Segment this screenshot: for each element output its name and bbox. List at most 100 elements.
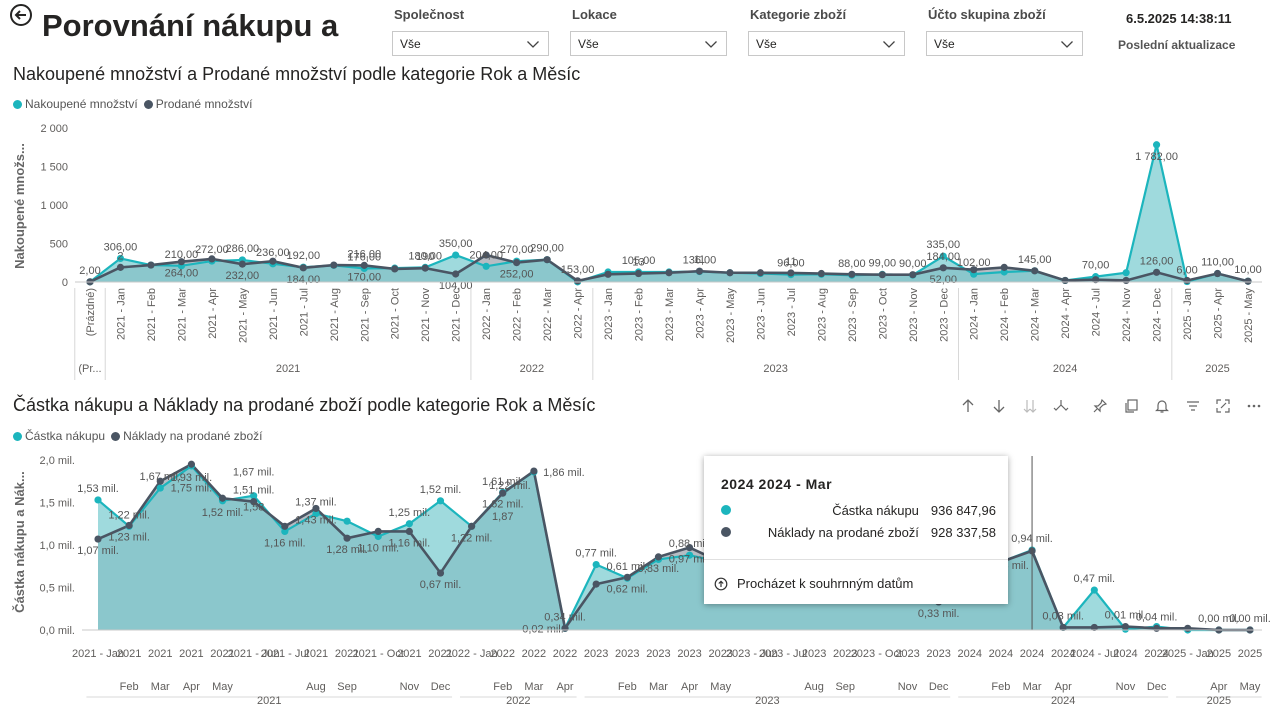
chart1-y-tick: 1 500 bbox=[40, 162, 68, 174]
chart2-point-cogs[interactable] bbox=[281, 522, 289, 530]
double-arrow-down-icon[interactable] bbox=[1022, 398, 1038, 414]
focus-icon[interactable] bbox=[1215, 398, 1231, 414]
chart1-point-cogs[interactable] bbox=[787, 269, 795, 277]
slicer-dropdown[interactable]: Vše bbox=[926, 31, 1083, 56]
slicer-dropdown[interactable]: Vše bbox=[392, 31, 549, 56]
chart1-point-cogs[interactable] bbox=[1152, 268, 1161, 276]
chart2-point-purchase[interactable] bbox=[405, 520, 413, 528]
chart2-point-cogs[interactable] bbox=[1152, 624, 1161, 632]
chart1-data-label: 270,00 bbox=[500, 244, 534, 256]
chart2-point-purchase[interactable] bbox=[343, 517, 351, 525]
chart2-point-purchase[interactable] bbox=[592, 560, 600, 569]
chart1-point-cogs[interactable] bbox=[513, 258, 521, 267]
slicer-dropdown[interactable]: Vše bbox=[570, 31, 727, 56]
chart2-point-cogs[interactable] bbox=[125, 521, 133, 530]
chart1-data-label: 264,00 bbox=[165, 268, 199, 280]
chart2-data-label: 0,03 mil. bbox=[1042, 610, 1084, 622]
chart2-point-purchase[interactable] bbox=[156, 484, 164, 492]
chart2-point-cogs[interactable] bbox=[530, 467, 538, 475]
legend-item-cogs[interactable]: Náklady na prodané zboží bbox=[111, 429, 263, 443]
fork-icon[interactable] bbox=[1053, 398, 1069, 414]
chart1-point-cogs[interactable] bbox=[1213, 269, 1222, 278]
pin-icon[interactable] bbox=[1092, 398, 1108, 414]
chart1-data-label: 145,00 bbox=[1018, 254, 1052, 266]
chart1-point-cogs[interactable] bbox=[299, 264, 307, 272]
chart2-point-cogs[interactable] bbox=[623, 573, 631, 581]
chart1-quantity-area[interactable]: 0 500 1 000 1 500 2 000 Nakoupené množs... 2,0… bbox=[0, 112, 1280, 382]
chart2-point-cogs[interactable] bbox=[1121, 623, 1130, 631]
chart1-point-cogs[interactable] bbox=[330, 261, 338, 269]
chart2-amount-area[interactable]: 0,0 mil. 0,5 mil. 1,0 mil. 1,5 mil. 2,0 mil.… bbox=[0, 444, 1280, 720]
chart2-x-tick-month: Apr bbox=[183, 681, 200, 693]
chart1-point-cogs[interactable] bbox=[1183, 276, 1191, 285]
legend-item-sold-qty[interactable]: Prodané množství bbox=[143, 97, 252, 111]
legend-item-purchase-amount[interactable]: Částka nákupu bbox=[13, 429, 105, 443]
chart2-point-cogs[interactable] bbox=[374, 527, 382, 535]
arrow-down-icon[interactable] bbox=[991, 398, 1007, 414]
chart2-point-purchase[interactable] bbox=[1090, 586, 1098, 594]
chart2-point-purchase[interactable] bbox=[436, 497, 445, 505]
chart1-point-purchase[interactable] bbox=[482, 262, 490, 270]
chart1-point-cogs[interactable] bbox=[1061, 276, 1069, 285]
chevron-down-icon bbox=[883, 41, 895, 48]
chart2-point-cogs[interactable] bbox=[405, 527, 413, 535]
chart1-point-cogs[interactable] bbox=[695, 267, 704, 275]
chart1-point-cogs[interactable] bbox=[665, 269, 673, 277]
chart1-point-cogs[interactable] bbox=[1244, 277, 1252, 285]
chart1-point-cogs[interactable] bbox=[1122, 276, 1130, 285]
chart2-data-label: 1,52 mil. bbox=[420, 484, 462, 496]
chart1-point-purchase[interactable] bbox=[452, 251, 460, 259]
chart2-point-cogs[interactable] bbox=[343, 534, 351, 542]
chart1-point-cogs[interactable] bbox=[116, 263, 125, 271]
chart1-point-cogs[interactable] bbox=[147, 261, 155, 269]
chart2-point-cogs[interactable] bbox=[187, 460, 196, 468]
chart1-point-purchase[interactable] bbox=[1122, 269, 1130, 277]
legend-item-purchased-qty[interactable]: Nakoupené množství bbox=[13, 97, 138, 111]
chart2-point-cogs[interactable] bbox=[94, 535, 102, 543]
chart1-y-axis-label: Nakoupené množs... bbox=[12, 143, 27, 269]
chart1-point-cogs[interactable] bbox=[238, 260, 246, 268]
chart2-data-label: 1,87 bbox=[492, 511, 513, 523]
slicer-dropdown[interactable]: Vše bbox=[748, 31, 905, 56]
chart2-point-cogs[interactable] bbox=[592, 580, 600, 588]
chart2-point-cogs[interactable] bbox=[218, 494, 227, 502]
chart2-point-purchase[interactable] bbox=[94, 496, 102, 504]
chart2-point-cogs[interactable] bbox=[1184, 624, 1192, 632]
chart1-point-cogs[interactable] bbox=[421, 264, 429, 272]
chart1-point-cogs[interactable] bbox=[878, 271, 886, 279]
chart1-point-cogs[interactable] bbox=[756, 269, 765, 277]
chart1-point-cogs[interactable] bbox=[909, 271, 917, 279]
chart2-year-label: 2021 bbox=[257, 695, 281, 707]
chart1-point-cogs[interactable] bbox=[543, 256, 551, 264]
chart1-point-cogs[interactable] bbox=[1000, 263, 1008, 271]
chart1-point-cogs[interactable] bbox=[634, 269, 643, 278]
chart2-point-cogs[interactable] bbox=[654, 553, 663, 561]
chart1-point-cogs[interactable] bbox=[391, 265, 399, 273]
chart1-x-tick: 2024 - Dec bbox=[1152, 288, 1164, 342]
chart2-year-label: 2022 bbox=[506, 695, 530, 707]
chart1-point-cogs[interactable] bbox=[452, 270, 460, 278]
chart1-point-cogs[interactable] bbox=[1031, 267, 1039, 275]
copy-icon[interactable] bbox=[1123, 398, 1139, 414]
chart2-data-label: 1,07 mil. bbox=[77, 545, 119, 557]
chart1-point-cogs[interactable] bbox=[817, 269, 825, 278]
chart2-x-tick-month: Mar bbox=[649, 681, 668, 693]
chart1-point-cogs[interactable] bbox=[604, 270, 612, 278]
chart1-point-cogs[interactable] bbox=[573, 277, 582, 285]
chart2-point-cogs[interactable] bbox=[468, 522, 476, 530]
chart1-x-tick: 2021 - Nov bbox=[420, 288, 432, 342]
drill-through-button[interactable]: Procházet k souhrnným datům bbox=[714, 576, 913, 591]
filter-icon[interactable] bbox=[1185, 398, 1201, 414]
back-arrow-icon[interactable] bbox=[9, 3, 33, 27]
arrow-up-icon[interactable] bbox=[960, 398, 976, 414]
chart1-point-cogs[interactable] bbox=[939, 264, 947, 272]
chart1-point-cogs[interactable] bbox=[208, 255, 216, 263]
more-icon[interactable] bbox=[1246, 398, 1262, 414]
chart2-point-cogs[interactable] bbox=[436, 569, 445, 577]
bell-icon[interactable] bbox=[1154, 398, 1170, 414]
chart1-point-cogs[interactable] bbox=[848, 270, 856, 278]
slicer-value: Vše bbox=[756, 37, 777, 51]
chart1-data-label: 88,00 bbox=[838, 258, 866, 270]
chart1-point-purchase[interactable] bbox=[1152, 141, 1161, 149]
chart1-point-cogs[interactable] bbox=[726, 269, 734, 277]
